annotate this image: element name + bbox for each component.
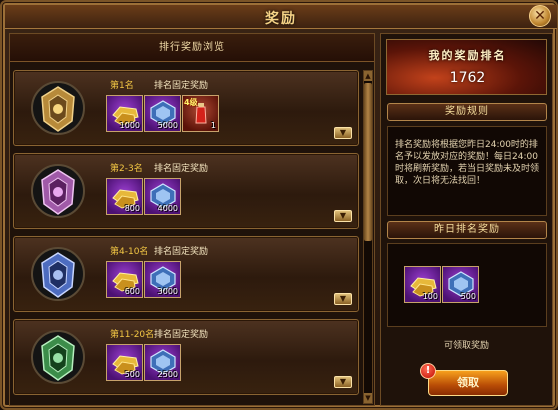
reward-items: 500 2500 [106,344,181,381]
fixed-reward-label: 排名固定奖励 [154,164,209,174]
rank-label: 第1名 [110,81,134,91]
rank-reward-row-2: 第2-3名 排名固定奖励 800 4000 ▼ [13,153,359,229]
gold-ingot-item[interactable]: 100 [404,266,441,303]
item-count: 600 [124,287,140,296]
item-count: 1 [210,121,216,130]
item-count: 3000 [157,287,178,296]
blue-gem-item[interactable]: 2500 [144,344,181,381]
reward-window: 奖励 ✕ 排行奖励浏览 第1名 排名固定奖励 1000 5000 4级 1 ▼ … [0,0,558,410]
rank-reward-row-4: 第11-20名 排名固定奖励 500 2500 ▼ [13,319,359,395]
item-count: 500 [124,370,140,379]
fixed-reward-label: 排名固定奖励 [154,247,209,257]
blue-gem-item[interactable]: 3000 [144,261,181,298]
alert-icon: ! [420,363,436,379]
reward-list-scrollbar[interactable]: ▲ ▼ [363,70,373,404]
red-potion-item[interactable]: 4级 1 [182,95,219,132]
window-title: 奖励 [265,11,297,27]
blue-gem-item[interactable]: 5000 [144,95,181,132]
yesterday-reward-items: 100 500 [404,266,479,303]
rank-reward-row-3: 第4-10名 排名固定奖励 600 3000 ▼ [13,236,359,312]
reward-items: 1000 5000 4级 1 [106,95,219,132]
rank-label: 第11-20名 [110,330,155,340]
my-reward-panel: 我的奖励排名 1762 奖励规则 排名奖励将根据您昨日24:00时的排名予以发放… [380,33,553,406]
rules-text: 排名奖励将根据您昨日24:00时的排名予以发放对应的奖励！每日24:00时将刷新… [387,126,547,216]
expand-button[interactable]: ▼ [334,376,352,388]
item-count: 2500 [157,370,178,379]
scroll-down-arrow-icon[interactable]: ▼ [364,393,372,403]
blue-medal-icon [31,247,85,301]
item-count: 4000 [157,204,178,213]
rank-label: 第4-10名 [110,247,149,257]
claimable-text: 可领取奖励 [443,341,489,351]
title-bar: 奖励 ✕ [5,5,557,29]
rank-reward-row-1: 第1名 排名固定奖励 1000 5000 4级 1 ▼ [13,70,359,146]
blue-gem-item[interactable]: 4000 [144,178,181,215]
claim-button[interactable]: ! 领取 [420,363,508,396]
close-icon[interactable]: ✕ [529,5,551,27]
scroll-thumb[interactable] [364,83,372,241]
purple-medal-icon [31,164,85,218]
expand-button[interactable]: ▼ [334,127,352,139]
claim-button-label: 领取 [457,376,479,389]
green-medal-icon [31,330,85,384]
gold-ingot-item[interactable]: 800 [106,178,143,215]
yesterday-reward-title: 昨日排名奖励 [387,221,547,239]
scroll-up-arrow-icon[interactable]: ▲ [364,71,372,81]
gold-ingot-item[interactable]: 600 [106,261,143,298]
expand-button[interactable]: ▼ [334,210,352,222]
fixed-reward-label: 排名固定奖励 [154,330,209,340]
gold-ingot-item[interactable]: 500 [106,344,143,381]
gold-medal-icon [31,81,85,135]
reward-items: 600 3000 [106,261,181,298]
item-count: 500 [460,292,476,301]
rank-label: 第2-3名 [110,164,143,174]
rules-title: 奖励规则 [387,103,547,121]
rank-rewards-header: 排行奖励浏览 [10,34,374,62]
level-badge: 4级 [184,98,198,107]
item-count: 100 [422,292,438,301]
gold-ingot-item[interactable]: 1000 [106,95,143,132]
yesterday-reward-box: 100 500 [387,243,547,327]
my-rank-label: 我的奖励排名 [428,49,507,62]
rank-rewards-panel: 排行奖励浏览 第1名 排名固定奖励 1000 5000 4级 1 ▼ 第2-3名… [9,33,375,406]
my-rank-banner: 我的奖励排名 1762 [386,39,547,95]
my-rank-value: 1762 [449,70,486,86]
item-count: 1000 [119,121,140,130]
rank-reward-list: 第1名 排名固定奖励 1000 5000 4级 1 ▼ 第2-3名 排名固定奖励… [13,70,359,404]
item-count: 5000 [157,121,178,130]
fixed-reward-label: 排名固定奖励 [154,81,209,91]
blue-gem-item[interactable]: 500 [442,266,479,303]
item-count: 800 [124,204,140,213]
expand-button[interactable]: ▼ [334,293,352,305]
reward-items: 800 4000 [106,178,181,215]
